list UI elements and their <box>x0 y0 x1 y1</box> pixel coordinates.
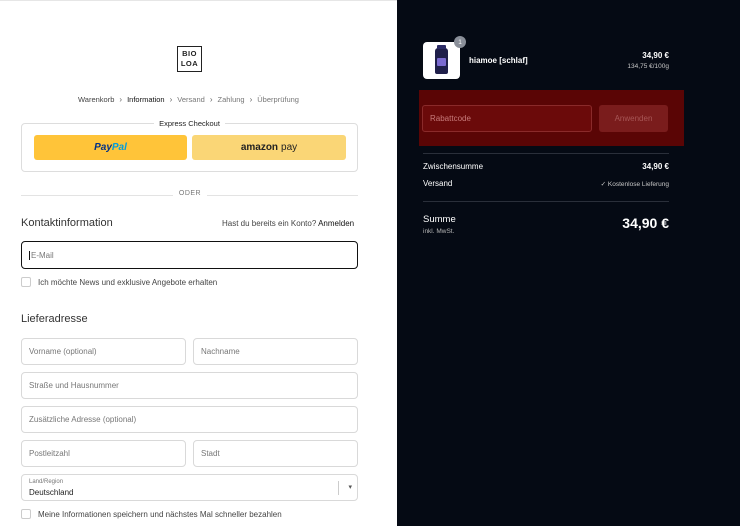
total-label: Summe <box>423 214 456 225</box>
country-label: Land/Region <box>29 479 64 485</box>
country-select[interactable]: Land/Region Deutschland ▾ <box>21 474 358 501</box>
quantity-badge: 1 <box>454 36 466 48</box>
product-thumbnail <box>423 42 460 79</box>
email-input[interactable]: E-Mail <box>21 241 358 269</box>
amazon-logo: amazon <box>240 142 279 153</box>
logo-line-1: BIO <box>182 49 197 58</box>
chevron-right-icon: › <box>249 95 253 104</box>
paypal-button[interactable]: Pay Pal <box>34 135 187 160</box>
subtotal-value: 34,90 € <box>642 162 669 171</box>
news-checkbox[interactable] <box>21 277 31 287</box>
address2-input[interactable]: Zusätzliche Adresse (optional) <box>21 406 358 433</box>
zip-input[interactable]: Postleitzahl <box>21 440 186 467</box>
chevron-right-icon: › <box>209 95 213 104</box>
lastname-placeholder: Nachname <box>201 347 240 356</box>
express-checkout: Express Checkout Pay Pal amazon pay <box>21 119 358 172</box>
breadcrumb-information: Information <box>127 95 165 104</box>
product-name: hiamoe [schlaf] <box>469 56 528 65</box>
account-prompt: Hast du bereits ein Konto? Anmelden <box>222 219 354 228</box>
account-prompt-text: Hast du bereits ein Konto? <box>222 219 317 228</box>
product-price: 34,90 € <box>642 51 669 60</box>
chevron-right-icon: › <box>119 95 123 104</box>
total-value: 34,90 € <box>622 215 669 231</box>
breadcrumb-payment: Zahlung <box>217 95 245 104</box>
zip-placeholder: Postleitzahl <box>29 449 70 458</box>
news-checkbox-row[interactable]: Ich möchte News und exklusive Angebote e… <box>21 277 217 287</box>
total-tax-note: inkl. MwSt. <box>423 228 455 235</box>
shipping-label: Versand <box>423 179 453 188</box>
checkout-form-panel: BIO LOA Warenkorb › Information › Versan… <box>0 0 397 526</box>
breadcrumb-shipping: Versand <box>177 95 205 104</box>
summary-divider <box>423 153 669 154</box>
breadcrumb: Warenkorb › Information › Versand › Zahl… <box>78 95 299 104</box>
text-caret <box>29 250 30 260</box>
brand-logo[interactable]: BIO LOA <box>177 46 202 72</box>
discount-code-section: Rabattcode Anwenden <box>419 90 684 146</box>
paypal-logo-pay: Pay <box>94 142 112 153</box>
amazon-pay-label: pay <box>281 142 298 153</box>
subtotal-label: Zwischensumme <box>423 162 484 171</box>
news-checkbox-label: Ich möchte News und exklusive Angebote e… <box>38 277 218 287</box>
street-input[interactable]: Straße und Hausnummer <box>21 372 358 399</box>
logo-line-2: LOA <box>180 59 199 68</box>
login-link[interactable]: Anmelden <box>318 219 354 228</box>
shipping-title: Lieferadresse <box>21 313 88 325</box>
product-unit-price: 134,75 €/100g <box>627 63 669 70</box>
city-placeholder: Stadt <box>201 449 220 458</box>
street-placeholder: Straße und Hausnummer <box>29 381 119 390</box>
firstname-placeholder: Vorname (optional) <box>29 347 97 356</box>
save-info-checkbox-label: Meine Informationen speichern und nächst… <box>38 509 282 519</box>
address2-placeholder: Zusätzliche Adresse (optional) <box>29 415 137 424</box>
firstname-input[interactable]: Vorname (optional) <box>21 338 186 365</box>
breadcrumb-cart[interactable]: Warenkorb <box>78 95 114 104</box>
contact-title: Kontaktinformation <box>21 217 113 229</box>
chevron-right-icon: › <box>169 95 173 104</box>
amazon-pay-button[interactable]: amazon pay <box>192 135 346 160</box>
shipping-value: ✓ Kostenlose Lieferung <box>600 181 669 188</box>
chevron-down-icon: ▾ <box>348 484 352 491</box>
discount-code-placeholder: Rabattcode <box>430 114 471 123</box>
summary-divider <box>423 201 669 202</box>
lastname-input[interactable]: Nachname <box>193 338 358 365</box>
supplement-bottle-icon <box>435 44 448 74</box>
apply-discount-button[interactable]: Anwenden <box>599 105 668 132</box>
select-divider <box>338 481 339 495</box>
email-placeholder: E-Mail <box>31 250 54 260</box>
save-info-checkbox[interactable] <box>21 509 31 519</box>
country-value: Deutschland <box>29 488 74 497</box>
discount-code-input[interactable]: Rabattcode <box>422 105 592 132</box>
paypal-logo-pal: Pal <box>111 142 127 153</box>
city-input[interactable]: Stadt <box>193 440 358 467</box>
breadcrumb-review: Überprüfung <box>257 95 299 104</box>
express-checkout-title: Express Checkout <box>154 119 225 128</box>
order-summary-panel: 1 hiamoe [schlaf] 34,90 € 134,75 €/100g … <box>397 0 740 526</box>
or-label: ODER <box>172 190 208 197</box>
save-info-checkbox-row[interactable]: Meine Informationen speichern und nächst… <box>21 509 282 519</box>
